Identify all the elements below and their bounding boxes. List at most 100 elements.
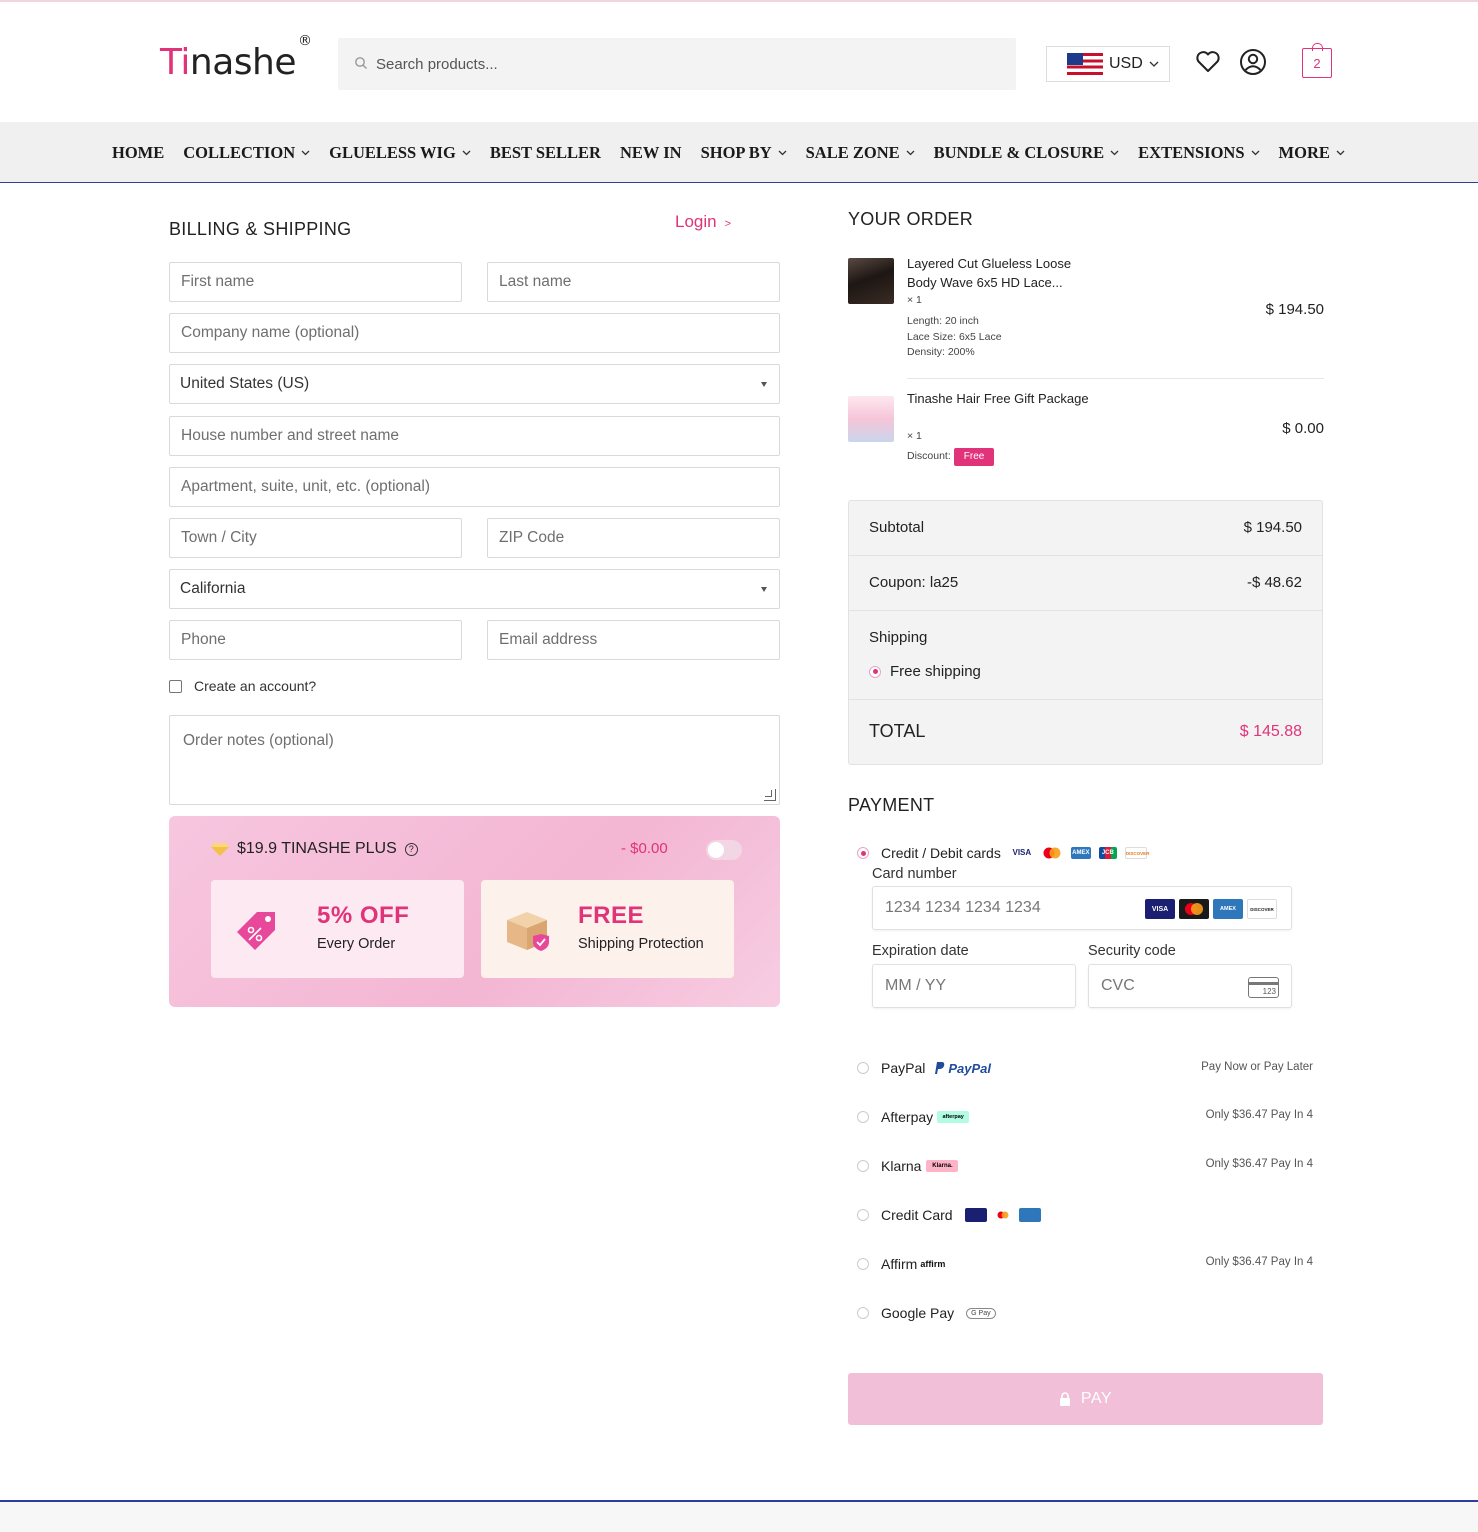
klarna-badge: Klarna.	[926, 1160, 959, 1172]
help-icon[interactable]: ?	[404, 842, 418, 856]
expiry-input[interactable]	[873, 965, 1075, 1007]
main-nav: HOME COLLECTION GLUELESS WIG BEST SELLER NEW…	[0, 122, 1478, 183]
klarna-radio[interactable]	[857, 1160, 869, 1172]
login-link[interactable]: Login >	[675, 212, 731, 232]
us-flag-icon	[1067, 53, 1103, 75]
footer	[0, 1502, 1478, 1532]
pay-button[interactable]: PAY	[848, 1373, 1323, 1425]
card-payment-option[interactable]: Credit / Debit cards VISA AMEX JCB DISCO…	[857, 845, 1149, 861]
klarna-option[interactable]: Klarna Klarna.	[857, 1158, 959, 1174]
cart-count: 2	[1313, 55, 1321, 71]
credit-card-option[interactable]: Credit Card	[857, 1207, 1041, 1223]
nav-item-bundle-closure[interactable]: BUNDLE & CLOSURE	[934, 143, 1120, 163]
nav-item-home[interactable]: HOME	[112, 143, 164, 163]
afterpay-radio[interactable]	[857, 1111, 869, 1123]
amex-icon	[1018, 1208, 1041, 1222]
credit-card-radio[interactable]	[857, 1209, 869, 1221]
street-field	[169, 416, 780, 456]
coupon-row: Coupon: la25 -$ 48.62	[849, 556, 1322, 611]
free-shipping-radio[interactable]	[869, 665, 881, 678]
zip-input[interactable]	[488, 519, 779, 557]
total-label: TOTAL	[869, 721, 926, 741]
paypal-radio[interactable]	[857, 1062, 869, 1074]
create-account-label: Create an account?	[194, 678, 317, 694]
nav-item-sale-zone[interactable]: SALE ZONE	[806, 143, 915, 163]
chevron-down-icon	[906, 150, 915, 156]
nav-item-extensions[interactable]: EXTENSIONS	[1138, 143, 1259, 163]
phone-input[interactable]	[170, 621, 461, 659]
company-input[interactable]	[170, 314, 779, 352]
paypal-note: Pay Now or Pay Later	[1201, 1061, 1313, 1073]
gift-thumbnail[interactable]	[848, 396, 894, 442]
billing-title: BILLING & SHIPPING	[169, 219, 352, 239]
pay-button-label: PAY	[1080, 1390, 1113, 1407]
affirm-logo: affirm	[920, 1259, 946, 1269]
card-payment-radio[interactable]	[857, 847, 869, 859]
card-number-field: VISA AMEX DISCOVER	[872, 886, 1292, 930]
item-price: $ 194.50	[1265, 301, 1324, 318]
item-discount: Discount: Free	[907, 448, 995, 466]
email-input[interactable]	[488, 621, 779, 659]
login-arrow: >	[724, 218, 732, 230]
search-icon	[355, 57, 367, 69]
plus-title: $19.9 TINASHE PLUS	[237, 840, 397, 857]
chevron-down-icon	[1110, 150, 1119, 156]
item-meta-lace: Lace Size: 6x5 Lace	[907, 331, 1002, 343]
plus-toggle[interactable]	[706, 840, 742, 860]
plus-price: - $0.00	[621, 840, 668, 857]
benefit-headline: FREE	[578, 902, 645, 929]
afterpay-badge: afterpay	[937, 1111, 970, 1123]
afterpay-note: Only $36.47 Pay In 4	[1205, 1109, 1313, 1121]
search-input[interactable]	[376, 38, 996, 90]
nav-item-shop-by[interactable]: SHOP BY	[701, 143, 787, 163]
street-input[interactable]	[170, 417, 779, 455]
city-input[interactable]	[170, 519, 461, 557]
paypal-p-icon	[935, 1062, 945, 1074]
nav-item-new-in[interactable]: NEW IN	[620, 143, 682, 163]
first-name-input[interactable]	[170, 263, 461, 301]
item-name: Tinashe Hair Free Gift Package	[907, 391, 1089, 406]
mastercard-icon	[1043, 847, 1061, 859]
tinashe-logo[interactable]: Tinashe®	[160, 33, 312, 83]
affirm-note: Only $36.47 Pay In 4	[1205, 1256, 1313, 1268]
affirm-radio[interactable]	[857, 1258, 869, 1270]
cart-button[interactable]: 2	[1302, 43, 1332, 78]
paypal-label: PayPal	[881, 1060, 926, 1076]
nav-item-glueless-wig[interactable]: GLUELESS WIG	[329, 143, 471, 163]
visa-icon: VISA	[1145, 899, 1175, 919]
product-thumbnail[interactable]	[848, 258, 894, 304]
apartment-input[interactable]	[170, 468, 779, 506]
item-meta-length: Length: 20 inch	[907, 315, 979, 327]
order-notes-input[interactable]	[170, 716, 779, 804]
package-shield-icon	[507, 912, 549, 951]
nav-item-more[interactable]: MORE	[1279, 143, 1345, 163]
currency-selector[interactable]: USD	[1046, 46, 1170, 82]
company-field	[169, 313, 780, 353]
create-account-checkbox[interactable]	[169, 679, 182, 693]
wishlist-button[interactable]	[1193, 46, 1223, 78]
resize-handle-icon[interactable]	[764, 789, 776, 801]
google-pay-option[interactable]: Google Pay G Pay	[857, 1305, 996, 1321]
coupon-label: Coupon: la25	[869, 574, 959, 591]
account-button[interactable]	[1238, 46, 1268, 78]
paypal-option[interactable]: PayPal PayPal	[857, 1060, 991, 1076]
order-item: Tinashe Hair Free Gift Package × 1 Disco…	[848, 391, 1324, 473]
google-pay-radio[interactable]	[857, 1307, 869, 1319]
lock-icon	[1059, 1392, 1070, 1406]
city-field	[169, 518, 462, 558]
discount-tag-icon	[237, 912, 275, 950]
nav-item-best-seller[interactable]: BEST SELLER	[490, 143, 601, 163]
last-name-field	[487, 262, 780, 302]
cvc-card-icon: 123	[1248, 977, 1279, 998]
state-select[interactable]: California	[169, 569, 780, 609]
free-shipping-option[interactable]: Free shipping	[869, 663, 981, 680]
affirm-option[interactable]: Affirm affirm	[857, 1256, 945, 1272]
last-name-input[interactable]	[488, 263, 779, 301]
afterpay-option[interactable]: Afterpay afterpay	[857, 1109, 970, 1125]
payment-title: PAYMENT	[848, 795, 935, 815]
country-select[interactable]: United States (US)	[169, 364, 780, 404]
country-value: United States (US)	[180, 375, 310, 392]
amex-icon: AMEX	[1070, 847, 1091, 859]
nav-item-collection[interactable]: COLLECTION	[183, 143, 310, 163]
total-row: TOTAL $ 145.88	[849, 700, 1322, 764]
